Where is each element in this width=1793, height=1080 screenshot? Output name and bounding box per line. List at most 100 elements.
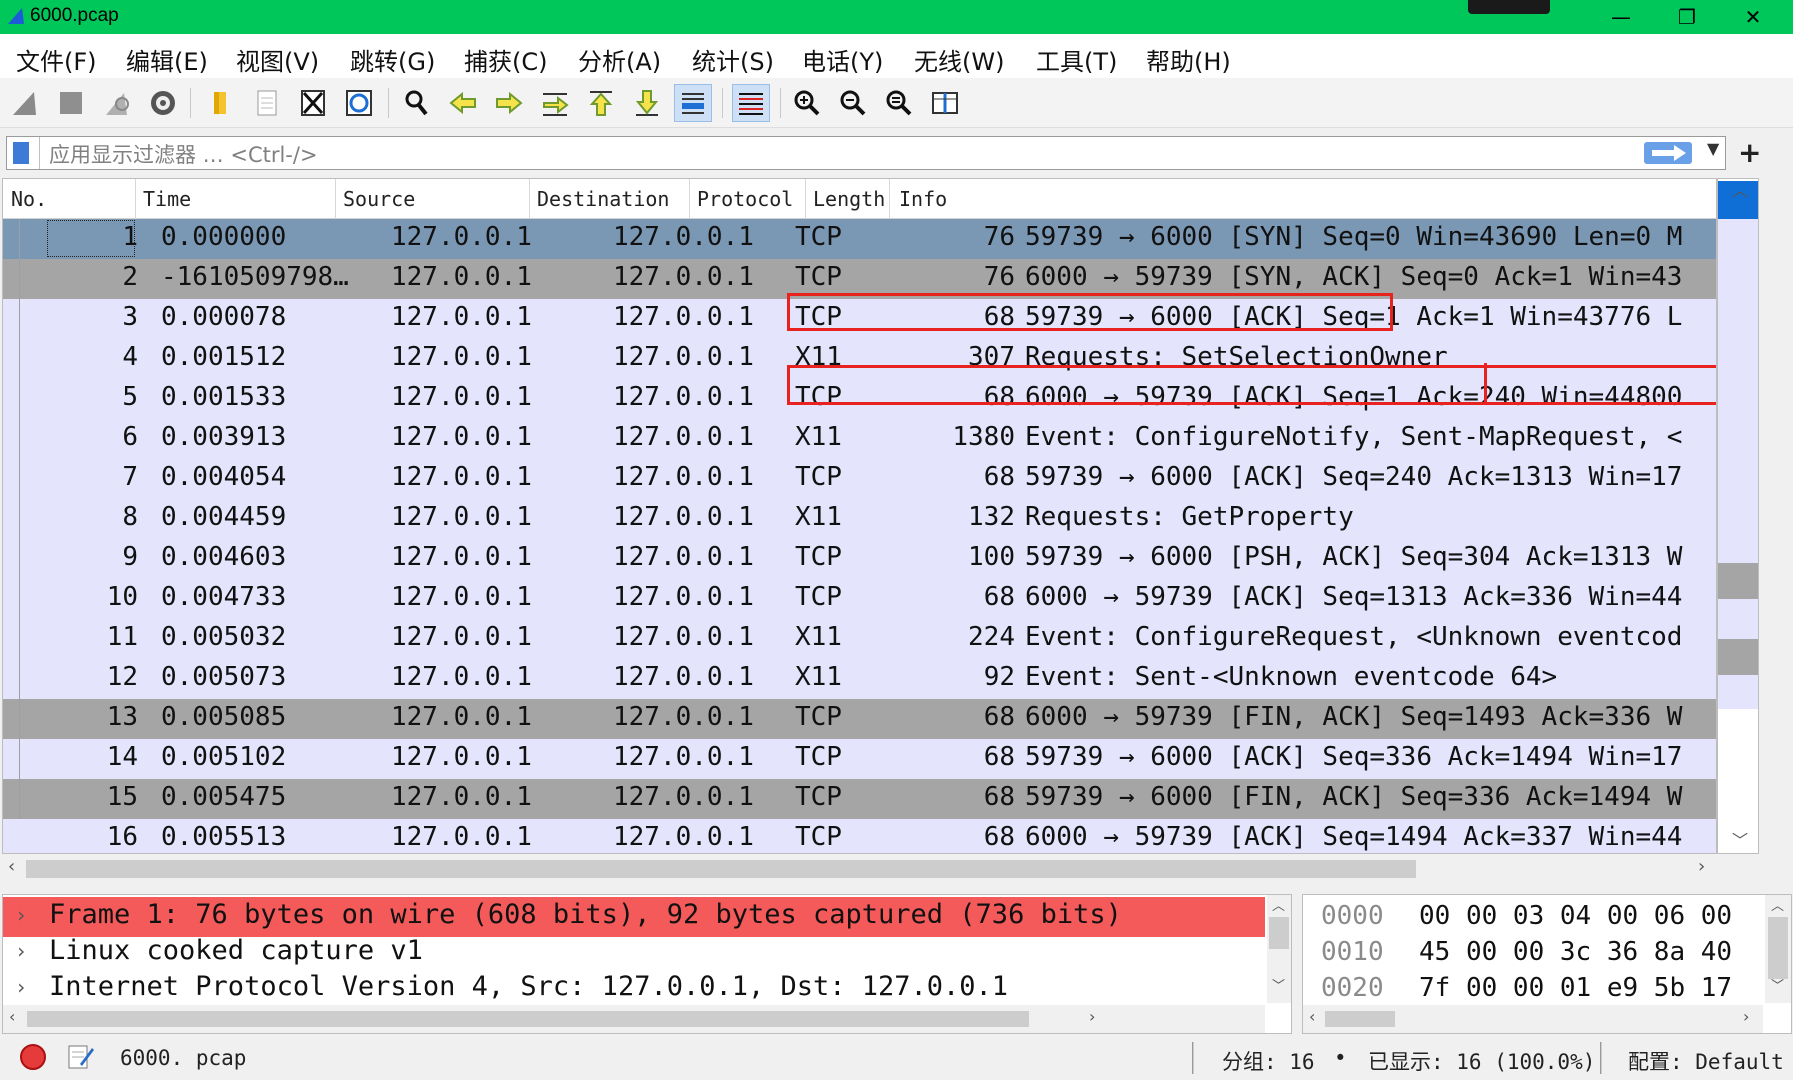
- cell-time: 0.005073: [161, 662, 287, 692]
- filter-dropdown-icon[interactable]: ▼: [1707, 139, 1719, 158]
- cell-time: 0.000000: [161, 222, 287, 252]
- menu-wireless[interactable]: 无线(W): [914, 42, 1004, 77]
- scroll-left-icon[interactable]: ‹: [8, 856, 15, 877]
- cell-time: 0.005032: [161, 622, 287, 652]
- bytes-row[interactable]: 0020 7f 00 00 01 e9 5b 17: [1303, 971, 1763, 1007]
- details-hscroll[interactable]: ‹ ›: [3, 1005, 1265, 1033]
- restore-button[interactable]: ❐: [1652, 0, 1722, 34]
- display-filter-input[interactable]: 应用显示过滤器 … <Ctrl-/> ▼: [6, 136, 1726, 170]
- table-row[interactable]: 8 0.004459 127.0.0.1 127.0.0.1 X11 132 Request…: [3, 499, 1716, 539]
- bytes-vscroll[interactable]: ︿ ﹀: [1765, 895, 1791, 1003]
- packet-list-vscroll[interactable]: ︿ ﹀: [1717, 178, 1759, 854]
- zoom-in-icon[interactable]: [788, 84, 826, 122]
- menu-view[interactable]: 视图(V): [236, 42, 319, 77]
- stop-capture-icon[interactable]: [52, 84, 90, 122]
- menu-analyze[interactable]: 分析(A): [578, 42, 661, 77]
- table-row[interactable]: 10 0.004733 127.0.0.1 127.0.0.1 TCP 68 6000 → …: [3, 579, 1716, 619]
- col-time[interactable]: Time: [143, 187, 191, 211]
- auto-scroll-icon[interactable]: [674, 84, 712, 122]
- table-row[interactable]: 9 0.004603 127.0.0.1 127.0.0.1 TCP 100 59739 →…: [3, 539, 1716, 579]
- cell-protocol: X11: [795, 622, 842, 652]
- table-row[interactable]: 12 0.005073 127.0.0.1 127.0.0.1 X11 92 Event: …: [3, 659, 1716, 699]
- packet-list-hscroll[interactable]: ‹ ›: [2, 856, 1759, 882]
- col-length[interactable]: Length: [813, 187, 885, 211]
- detail-row-ipv4[interactable]: › Internet Protocol Version 4, Src: 127.…: [3, 969, 1265, 1009]
- expert-info-icon[interactable]: [20, 1044, 46, 1070]
- status-profile[interactable]: 配置: Default: [1628, 1046, 1784, 1076]
- go-forward-icon[interactable]: [490, 84, 528, 122]
- resize-columns-icon[interactable]: [926, 84, 964, 122]
- capture-comment-icon[interactable]: [66, 1042, 94, 1072]
- bytes-hscroll[interactable]: ‹ ›: [1303, 1005, 1763, 1033]
- open-file-icon[interactable]: [202, 84, 240, 122]
- reload-file-icon[interactable]: [340, 84, 378, 122]
- col-destination[interactable]: Destination: [537, 187, 669, 211]
- col-info[interactable]: Info: [899, 187, 947, 211]
- table-row[interactable]: 1 0.000000 127.0.0.1 127.0.0.1 TCP 76 59739 → …: [3, 219, 1716, 259]
- add-filter-button[interactable]: +: [1738, 136, 1761, 169]
- cell-protocol: TCP: [795, 222, 842, 252]
- scroll-down-icon[interactable]: ﹀: [1732, 827, 1748, 851]
- bytes-row[interactable]: 0000 00 00 03 04 00 06 00: [1303, 899, 1763, 935]
- go-first-packet-icon[interactable]: [582, 84, 620, 122]
- cell-length: 1380: [952, 422, 1015, 452]
- cell-time: 0.003913: [161, 422, 287, 452]
- go-to-packet-icon[interactable]: [536, 84, 574, 122]
- tray-indicator: [1468, 0, 1550, 14]
- colorize-icon[interactable]: [732, 84, 770, 122]
- table-row[interactable]: 7 0.004054 127.0.0.1 127.0.0.1 TCP 68 59739 → …: [3, 459, 1716, 499]
- table-row[interactable]: 6 0.003913 127.0.0.1 127.0.0.1 X11 1380 Event:…: [3, 419, 1716, 459]
- status-file: 6000. pcap: [120, 1046, 247, 1070]
- cell-source: 127.0.0.1: [391, 542, 532, 572]
- go-back-icon[interactable]: [444, 84, 482, 122]
- table-row[interactable]: 14 0.005102 127.0.0.1 127.0.0.1 TCP 68 59739 →…: [3, 739, 1716, 779]
- bytes-row[interactable]: 0010 45 00 00 3c 36 8a 40: [1303, 935, 1763, 971]
- details-vscroll[interactable]: ︿ ﹀: [1267, 895, 1291, 1003]
- cell-protocol: X11: [795, 662, 842, 692]
- expand-arrow-icon[interactable]: ›: [15, 939, 27, 963]
- menu-file[interactable]: 文件(F): [16, 42, 97, 77]
- col-protocol[interactable]: Protocol: [697, 187, 793, 211]
- filter-bookmark-icon[interactable]: [13, 142, 29, 164]
- find-packet-icon[interactable]: [398, 84, 436, 122]
- menu-edit[interactable]: 编辑(E): [126, 42, 208, 77]
- capture-options-icon[interactable]: [144, 84, 182, 122]
- detail-row-linux-cooked[interactable]: › Linux cooked capture v1: [3, 933, 1265, 973]
- shark-fin-start-icon[interactable]: [6, 84, 44, 122]
- restart-capture-icon[interactable]: [98, 84, 136, 122]
- zoom-normal-icon[interactable]: [880, 84, 918, 122]
- close-button[interactable]: ✕: [1718, 0, 1788, 34]
- detail-row-frame[interactable]: › Frame 1: 76 bytes on wire (608 bits), …: [3, 897, 1265, 937]
- expand-arrow-icon[interactable]: ›: [15, 903, 27, 927]
- menu-go[interactable]: 跳转(G): [350, 42, 435, 77]
- packet-bytes: 0000 00 00 03 04 00 06 00 0010 45 00 00 …: [1302, 894, 1792, 1034]
- minimize-button[interactable]: —: [1586, 0, 1656, 34]
- cell-destination: 127.0.0.1: [613, 382, 754, 412]
- apply-filter-arrow-icon[interactable]: [1644, 142, 1692, 164]
- table-row[interactable]: 11 0.005032 127.0.0.1 127.0.0.1 X11 224 Event:…: [3, 619, 1716, 659]
- cell-length: 68: [983, 782, 1015, 812]
- save-file-icon[interactable]: [248, 84, 286, 122]
- menu-statistics[interactable]: 统计(S): [692, 42, 774, 77]
- scroll-up-icon[interactable]: ︿: [1732, 177, 1748, 201]
- go-last-packet-icon[interactable]: [628, 84, 666, 122]
- table-row[interactable]: 13 0.005085 127.0.0.1 127.0.0.1 TCP 68 6000 → …: [3, 699, 1716, 739]
- cell-destination: 127.0.0.1: [613, 462, 754, 492]
- zoom-out-icon[interactable]: [834, 84, 872, 122]
- cell-protocol: X11: [795, 502, 842, 532]
- hscroll-thumb[interactable]: [26, 860, 1416, 878]
- menu-help[interactable]: 帮助(H): [1146, 42, 1231, 77]
- col-no[interactable]: No.: [11, 187, 47, 211]
- menu-telephony[interactable]: 电话(Y): [802, 42, 883, 77]
- col-source[interactable]: Source: [343, 187, 415, 211]
- menu-capture[interactable]: 捕获(C): [464, 42, 547, 77]
- window-title: 6000.pcap: [30, 5, 119, 26]
- table-row[interactable]: 16 0.005513 127.0.0.1 127.0.0.1 TCP 68 6000 → …: [3, 819, 1716, 853]
- table-row[interactable]: 15 0.005475 127.0.0.1 127.0.0.1 TCP 68 59739 →…: [3, 779, 1716, 819]
- cell-time: 0.005513: [161, 822, 287, 852]
- menu-tools[interactable]: 工具(T): [1036, 42, 1117, 77]
- scroll-right-icon[interactable]: ›: [1698, 856, 1705, 877]
- close-file-icon[interactable]: [294, 84, 332, 122]
- cell-no: 15: [106, 782, 138, 812]
- expand-arrow-icon[interactable]: ›: [15, 975, 27, 999]
